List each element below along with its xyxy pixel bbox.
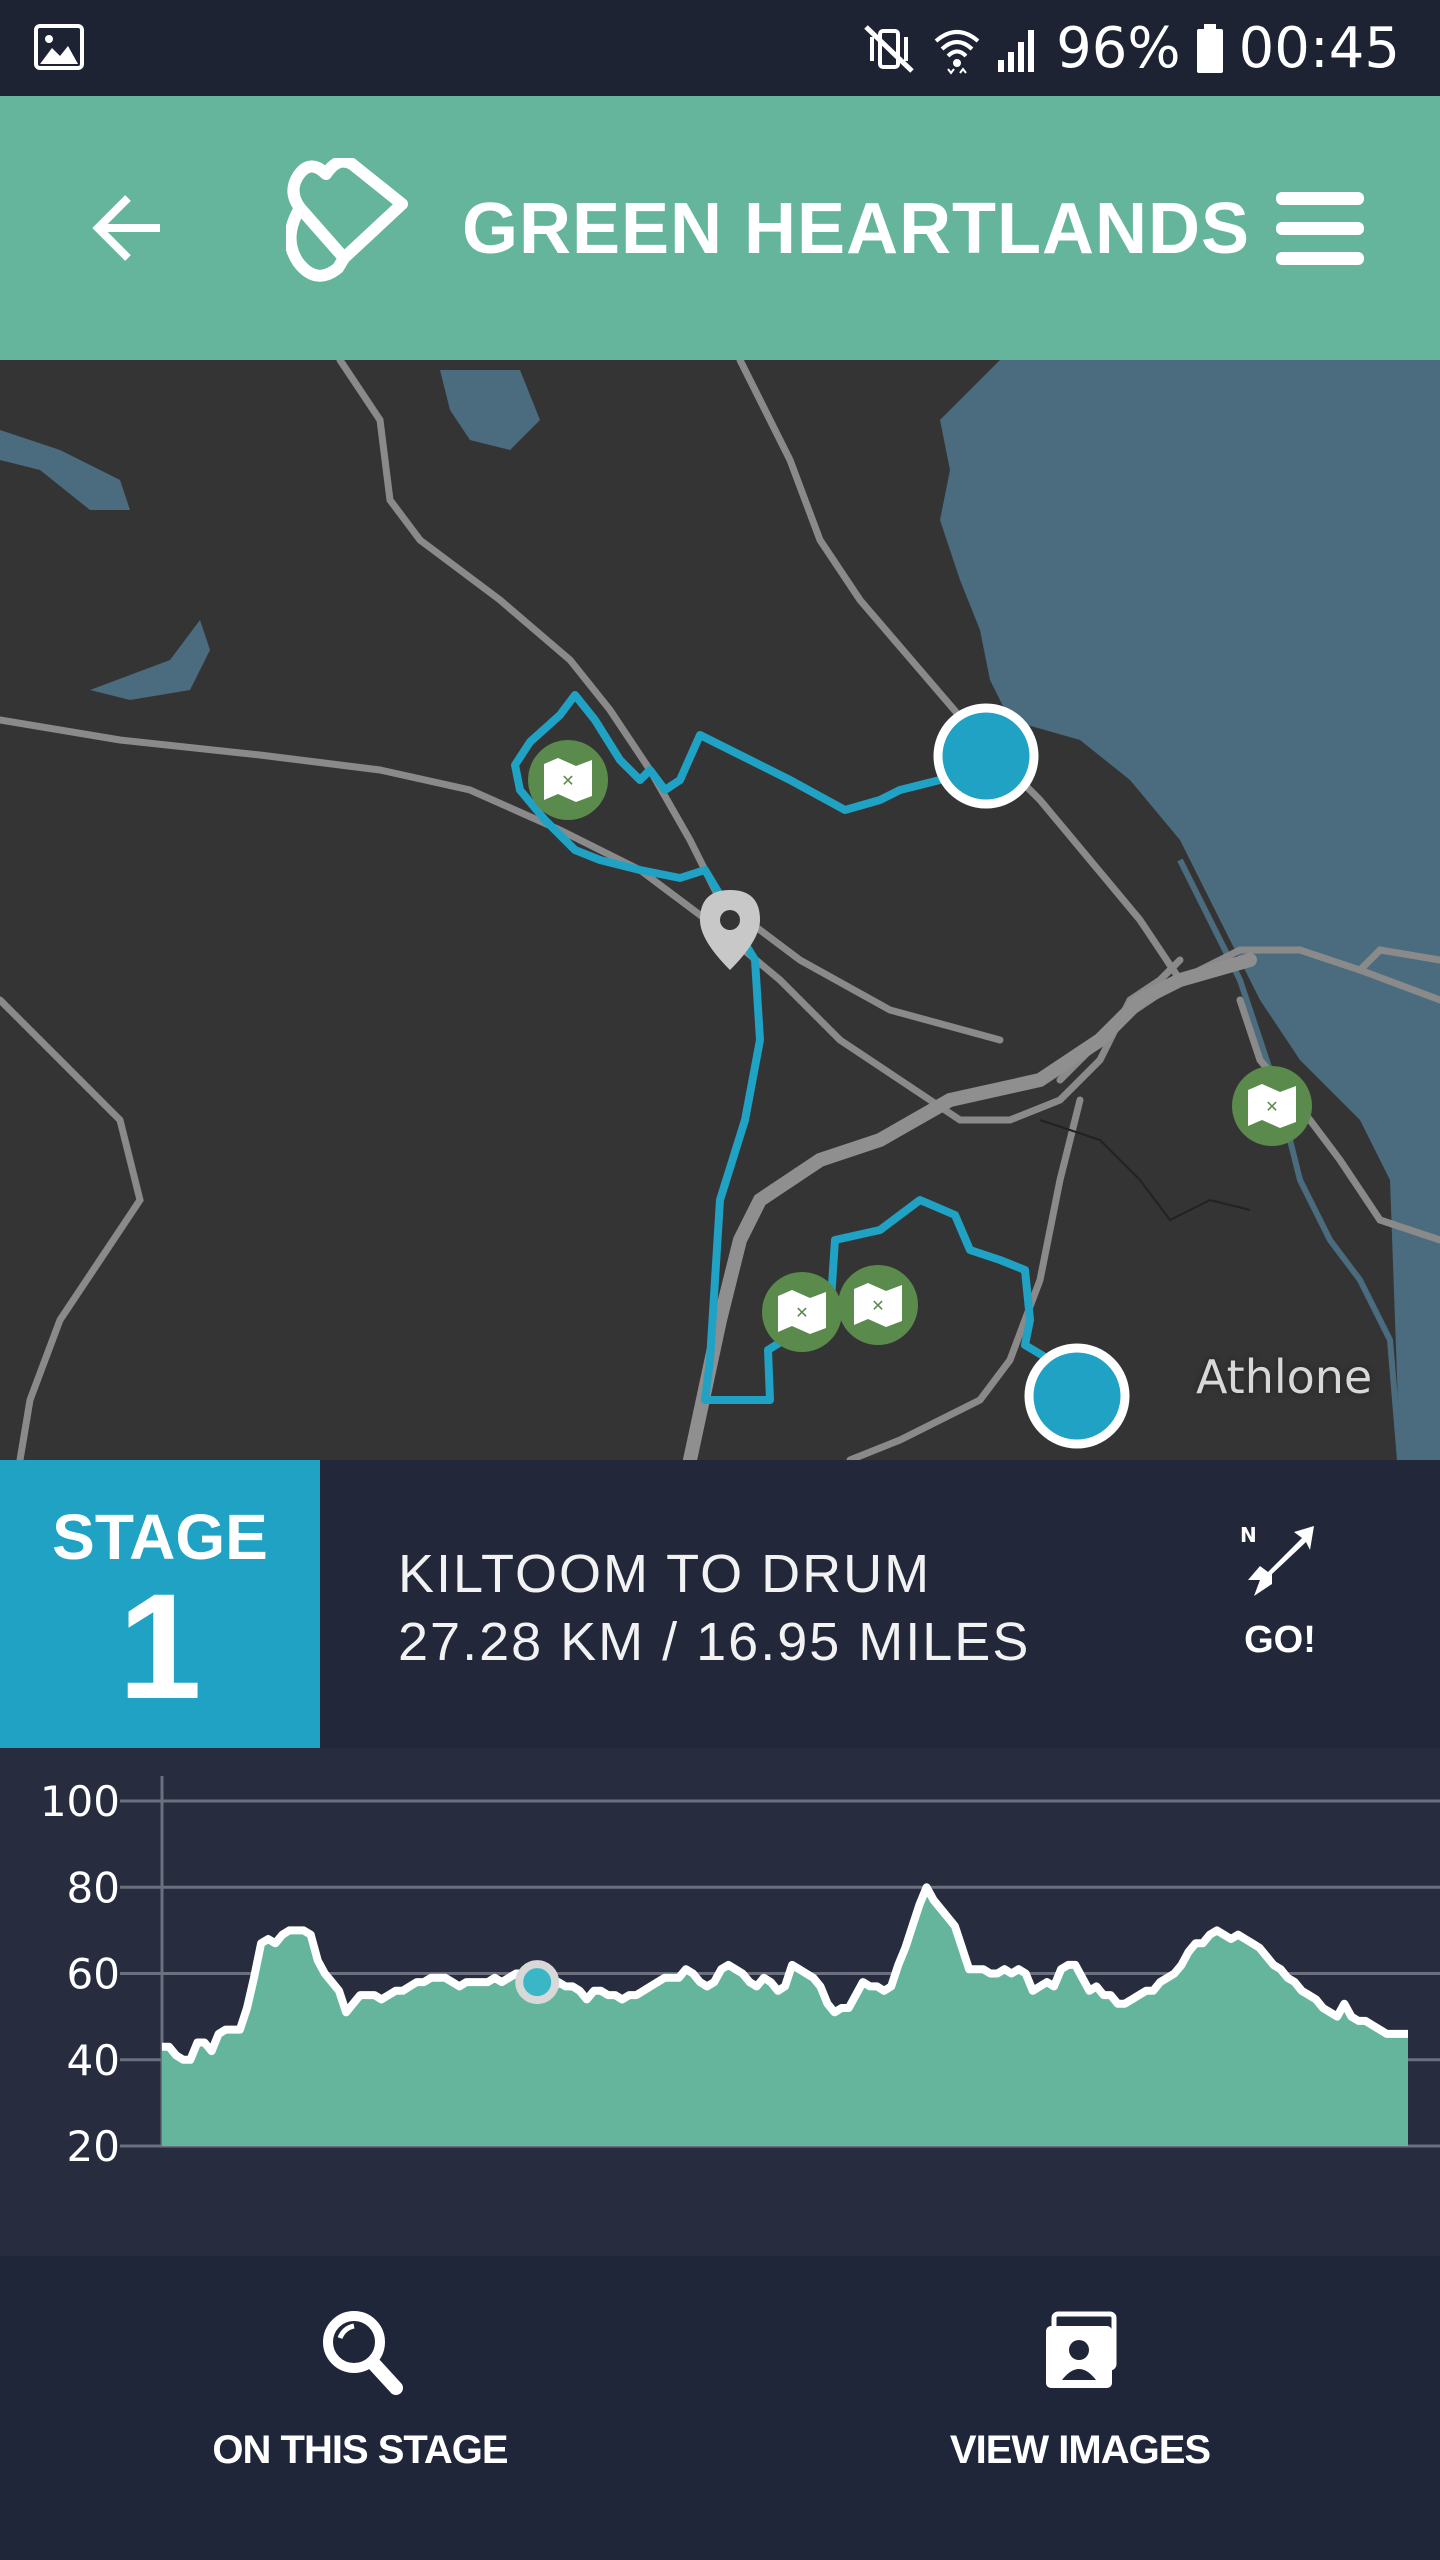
map-canvas[interactable]: ✕ ✕ ✕ ✕ (0, 360, 1440, 1460)
status-icons: 96% 00:45 (860, 14, 1400, 84)
elevation-chart[interactable]: 100 80 60 40 20 (0, 1748, 1440, 2256)
place-label-athlone: Athlone (1196, 1350, 1373, 1404)
poi-map-icon[interactable]: ✕ (1232, 1066, 1312, 1146)
mute-vibrate-icon (864, 25, 914, 73)
app-bar: GREEN HEARTLANDS (0, 96, 1440, 360)
battery-percent: 96% (1056, 16, 1181, 81)
view-images-button[interactable]: VIEW IMAGES (720, 2256, 1440, 2560)
svg-text:✕: ✕ (795, 1303, 808, 1322)
bottom-nav: ON THIS STAGE VIEW IMAGES (0, 2256, 1440, 2560)
hamburger-menu-icon[interactable] (1276, 190, 1364, 268)
view-images-label: VIEW IMAGES (949, 2428, 1211, 2472)
app-title: GREEN HEARTLANDS (462, 189, 1251, 269)
route-start-marker[interactable] (933, 703, 1039, 809)
stage-route-name: KILTOOM TO DRUM (398, 1544, 932, 1604)
go-button[interactable]: N GO! (1220, 1520, 1340, 1662)
photos-icon (1046, 2311, 1117, 2388)
signal-icon (998, 30, 1035, 72)
y-tick-label: 100 (40, 1777, 120, 1826)
clock: 00:45 (1238, 16, 1400, 81)
battery-icon (1196, 24, 1223, 73)
poi-map-icon[interactable]: ✕ (762, 1272, 842, 1352)
compass-rocket-icon: N (1240, 1523, 1314, 1596)
y-tick-label: 40 (67, 2036, 120, 2085)
magnifier-icon (323, 2311, 403, 2395)
stage-panel: STAGE 1 KILTOOM TO DRUM 27.28 KM / 16.95… (0, 1460, 1440, 1748)
svg-text:✕: ✕ (871, 1296, 884, 1315)
svg-text:✕: ✕ (561, 771, 574, 790)
heart-logo-icon (286, 158, 408, 282)
on-this-stage-label: ON THIS STAGE (212, 2428, 508, 2472)
elevation-area (162, 1887, 1408, 2146)
svg-text:✕: ✕ (1265, 1097, 1278, 1116)
stage-distance: 27.28 KM / 16.95 MILES (398, 1612, 1031, 1672)
image-icon (34, 24, 84, 70)
elevation-position-marker[interactable] (515, 1960, 560, 2005)
y-tick-label: 60 (67, 1950, 120, 1999)
poi-map-icon[interactable]: ✕ (528, 740, 608, 820)
go-label: GO! (1244, 1619, 1316, 1661)
route-end-marker[interactable] (1024, 1343, 1130, 1449)
stage-number: 1 (118, 1562, 202, 1730)
y-tick-label: 20 (67, 2122, 120, 2171)
elevation-svg[interactable]: 100 80 60 40 20 (0, 1748, 1440, 2256)
stage-badge: STAGE 1 (0, 1460, 320, 1748)
route-map[interactable]: ✕ ✕ ✕ ✕ Athlone mapbox (0, 360, 1440, 1460)
status-bar: 96% 00:45 (0, 0, 1440, 96)
poi-map-icon[interactable]: ✕ (838, 1265, 918, 1345)
y-tick-label: 80 (67, 1863, 120, 1912)
back-arrow-icon[interactable] (90, 188, 166, 268)
on-this-stage-button[interactable]: ON THIS STAGE (0, 2256, 720, 2560)
wifi-icon (934, 30, 980, 75)
svg-text:N: N (1240, 1523, 1257, 1547)
stage-info: KILTOOM TO DRUM 27.28 KM / 16.95 MILES (398, 1540, 1030, 1676)
